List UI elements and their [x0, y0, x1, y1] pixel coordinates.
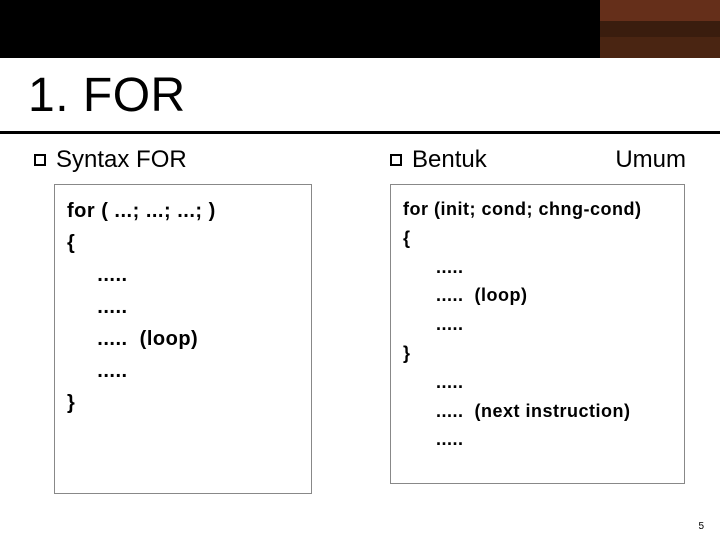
- title-block: 1. FOR: [0, 58, 720, 134]
- right-column-header: Bentuk Umum: [380, 146, 696, 174]
- square-bullet-icon: [34, 154, 46, 166]
- accent-stripe: [600, 37, 720, 58]
- page-number: 5: [698, 521, 704, 532]
- general-form-code-box: for (init; cond; chng-cond) { ..... ....…: [390, 184, 685, 484]
- right-heading-b: Umum: [615, 146, 696, 174]
- left-column-header: Syntax FOR: [24, 146, 340, 174]
- content-columns: Syntax FOR for ( ...; ...; ...; ) { ....…: [0, 140, 720, 494]
- slide-top-bar: [0, 0, 720, 58]
- accent-stripe: [600, 21, 720, 38]
- left-heading: Syntax FOR: [56, 146, 187, 174]
- syntax-code-box: for ( ...; ...; ...; ) { ..... ..... ...…: [54, 184, 312, 494]
- top-bar-accent: [600, 0, 720, 58]
- square-bullet-icon: [390, 154, 402, 166]
- accent-stripe: [600, 0, 720, 21]
- left-column: Syntax FOR for ( ...; ...; ...; ) { ....…: [24, 146, 340, 494]
- slide-title: 1. FOR: [28, 68, 692, 123]
- right-column: Bentuk Umum for (init; cond; chng-cond) …: [380, 146, 696, 494]
- right-heading-a: Bentuk: [412, 146, 487, 174]
